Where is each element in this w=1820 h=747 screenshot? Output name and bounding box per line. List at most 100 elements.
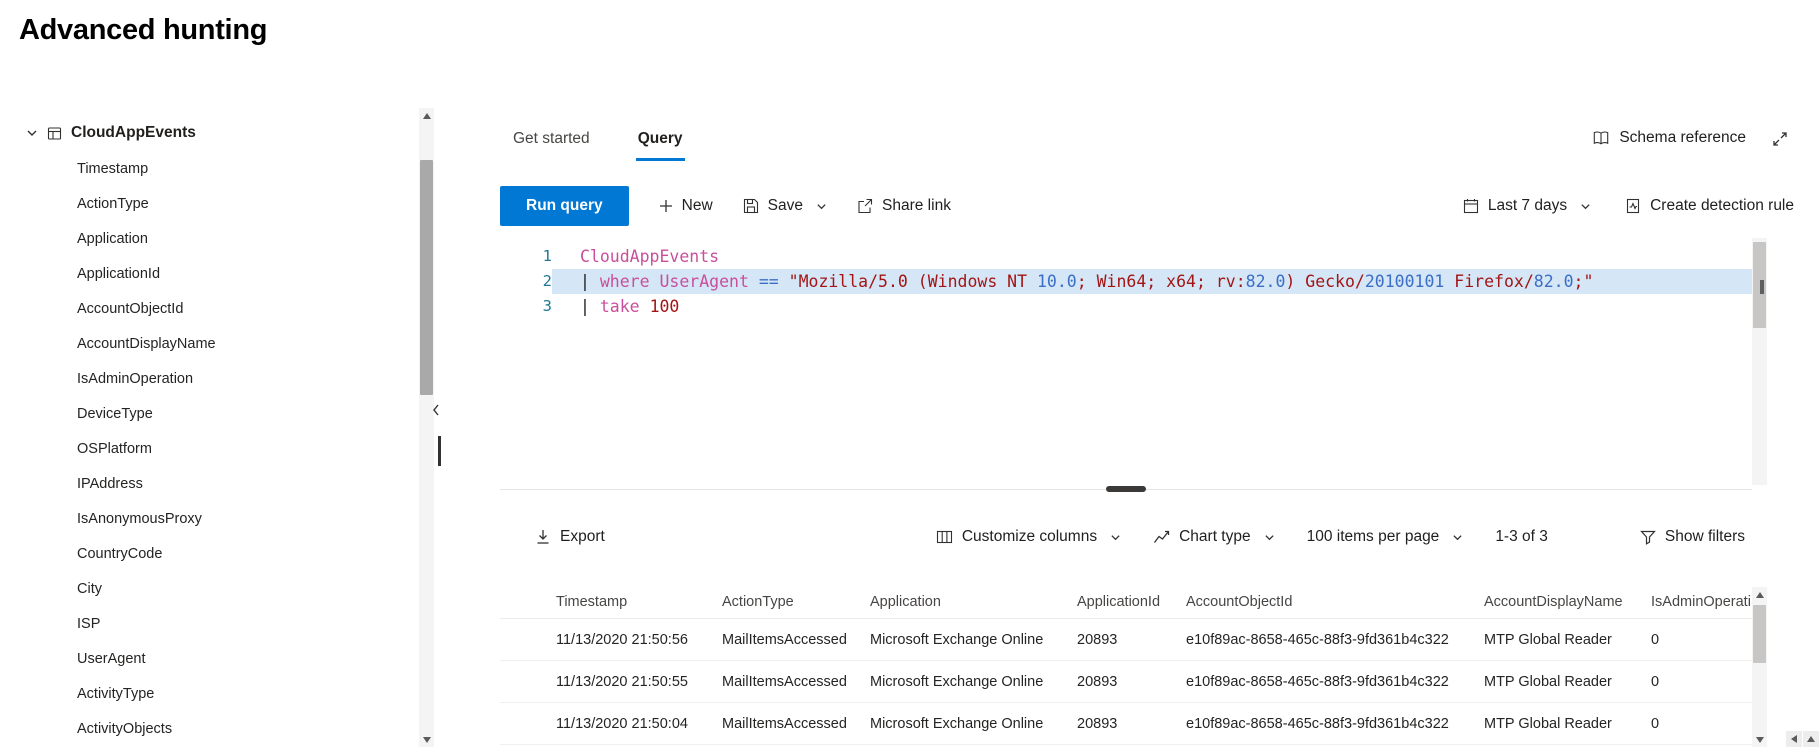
scroll-left-icon [1791,735,1797,743]
schema-field-list: Timestamp ActionType Application Applicatio… [77,152,397,747]
schema-field-isp[interactable]: ISP [77,607,397,642]
scroll-left-button[interactable] [1786,731,1802,747]
schema-field-actiontype[interactable]: ActionType [77,187,397,222]
filter-icon [1640,529,1656,545]
schema-field-accountdisplayname[interactable]: AccountDisplayName [77,327,397,362]
schema-field-application[interactable]: Application [77,222,397,257]
schema-field-countrycode[interactable]: CountryCode [77,537,397,572]
table-row[interactable]: 11/13/2020 21:50:56 MailItemsAccessed Micr… [500,619,1752,661]
code-text: | where UserAgent == "Mozilla/5.0 (Windo… [552,269,1752,294]
show-filters-label: Show filters [1664,528,1745,545]
create-detection-rule-button[interactable]: Create detection rule [1625,197,1794,215]
schema-field-isanonymousproxy[interactable]: IsAnonymousProxy [77,502,397,537]
table-cell: Microsoft Exchange Online [870,715,1044,732]
customize-columns-label: Customize columns [961,528,1098,545]
table-cell: 20893 [1077,673,1118,690]
run-query-button[interactable]: Run query [500,186,629,226]
share-link-button[interactable]: Share link [857,197,951,215]
code-line-1[interactable]: 1 CloudAppEvents [500,244,1752,269]
schema-field-osplatform[interactable]: OSPlatform [77,432,397,467]
scroll-up-icon[interactable] [1752,587,1767,602]
schema-field-applicationid[interactable]: ApplicationId [77,257,397,292]
command-bar: Run query New Save Share link Last 7 day… [500,186,1800,226]
query-editor[interactable]: 1 CloudAppEvents 2 | where UserAgent == "Mo… [500,236,1752,487]
table-cell: 11/13/2020 21:50:04 [556,715,688,732]
column-header-accountobjectid[interactable]: AccountObjectId [1186,594,1484,610]
command-bar-right: Last 7 days Create detection rule [1463,197,1800,215]
chevron-down-icon [26,127,38,139]
table-row[interactable]: 11/13/2020 21:50:55 MailItemsAccessed Micr… [500,661,1752,703]
export-label: Export [560,528,605,545]
schema-field-isadminoperation[interactable]: IsAdminOperation [77,362,397,397]
table-cell: MailItemsAccessed [722,631,847,648]
scroll-up-icon[interactable] [419,108,434,123]
chevron-down-icon [1264,532,1275,543]
scroll-down-icon[interactable] [419,732,434,747]
column-header-actiontype[interactable]: ActionType [722,594,870,610]
editor-scrollbar[interactable] [1752,238,1767,485]
tab-get-started[interactable]: Get started [511,126,592,161]
chart-type-button[interactable]: Chart type [1153,528,1275,546]
schema-tree-root-cloudappevents[interactable]: CloudAppEvents [26,118,196,148]
chevron-down-icon [1452,532,1463,543]
sidebar-scrollbar[interactable] [419,108,434,747]
sidebar-scrollbar-thumb[interactable] [420,160,433,395]
schema-field-activityobjects[interactable]: ActivityObjects [77,712,397,747]
schema-field-timestamp[interactable]: Timestamp [77,152,397,187]
schema-field-devicetype[interactable]: DeviceType [77,397,397,432]
code-text: | take 100 [580,297,680,316]
table-cell: 11/13/2020 21:50:56 [556,631,688,648]
pagination-range: 1-3 of 3 [1495,528,1548,545]
table-scrollbar-thumb[interactable] [1753,605,1766,663]
items-per-page-label: 100 items per page [1306,528,1440,545]
column-header-timestamp[interactable]: Timestamp [556,594,722,610]
schema-reference-button[interactable]: Schema reference [1592,129,1746,147]
chevron-left-icon [431,403,441,417]
code-line-3[interactable]: 3 | take 100 [500,294,1752,319]
code-line-2[interactable]: 2 | where UserAgent == "Mozilla/5.0 (Wind… [500,269,1752,294]
resize-handle[interactable] [1106,486,1146,492]
expand-view-button[interactable] [1772,131,1788,152]
save-button[interactable]: Save [743,197,827,215]
column-header-applicationid[interactable]: ApplicationId [1077,594,1186,610]
chart-icon [1153,529,1170,545]
table-scrollbar[interactable] [1752,587,1767,747]
column-header-accountdisplayname[interactable]: AccountDisplayName [1484,594,1651,610]
schema-table-name: CloudAppEvents [71,124,196,141]
chevron-down-icon [816,201,827,212]
book-icon [1592,130,1610,146]
collapse-pane-button[interactable] [431,403,441,422]
schema-field-ipaddress[interactable]: IPAddress [77,467,397,502]
splitter-grip[interactable] [438,436,441,466]
table-cell: MailItemsAccessed [722,673,847,690]
export-button[interactable]: Export [535,528,605,546]
scroll-up-icon [1807,736,1815,742]
scroll-up-button[interactable] [1803,731,1819,747]
schema-field-useragent[interactable]: UserAgent [77,642,397,677]
scroll-down-icon[interactable] [1752,732,1767,747]
column-header-application[interactable]: Application [870,594,1077,610]
chevron-down-icon [1580,201,1591,212]
download-icon [535,529,551,545]
results-toolbar: Export Customize columns Chart type 100 … [500,512,1800,562]
schema-field-activitytype[interactable]: ActivityType [77,677,397,712]
time-range-button[interactable]: Last 7 days [1463,197,1591,215]
advanced-hunting-page: Advanced hunting CloudAppEvents Timestam… [0,0,1820,747]
plus-icon [659,199,673,213]
items-per-page-button[interactable]: 100 items per page [1307,528,1464,546]
editor-tabs: Get started Query [511,126,685,161]
new-query-button[interactable]: New [659,197,713,215]
detection-rule-icon [1625,198,1641,214]
schema-field-city[interactable]: City [77,572,397,607]
results-body: 11/13/2020 21:50:56 MailItemsAccessed Micr… [500,619,1752,745]
table-row[interactable]: 11/13/2020 21:50:04 MailItemsAccessed Micr… [500,703,1752,745]
expand-icon [1772,131,1788,147]
tab-query[interactable]: Query [635,126,685,161]
calendar-icon [1463,198,1479,214]
customize-columns-button[interactable]: Customize columns [936,528,1121,546]
table-cell: MailItemsAccessed [722,715,847,732]
schema-field-accountobjectid[interactable]: AccountObjectId [77,292,397,327]
table-cell: 20893 [1077,631,1118,648]
show-filters-button[interactable]: Show filters [1640,528,1745,546]
code-text: CloudAppEvents [580,247,720,266]
